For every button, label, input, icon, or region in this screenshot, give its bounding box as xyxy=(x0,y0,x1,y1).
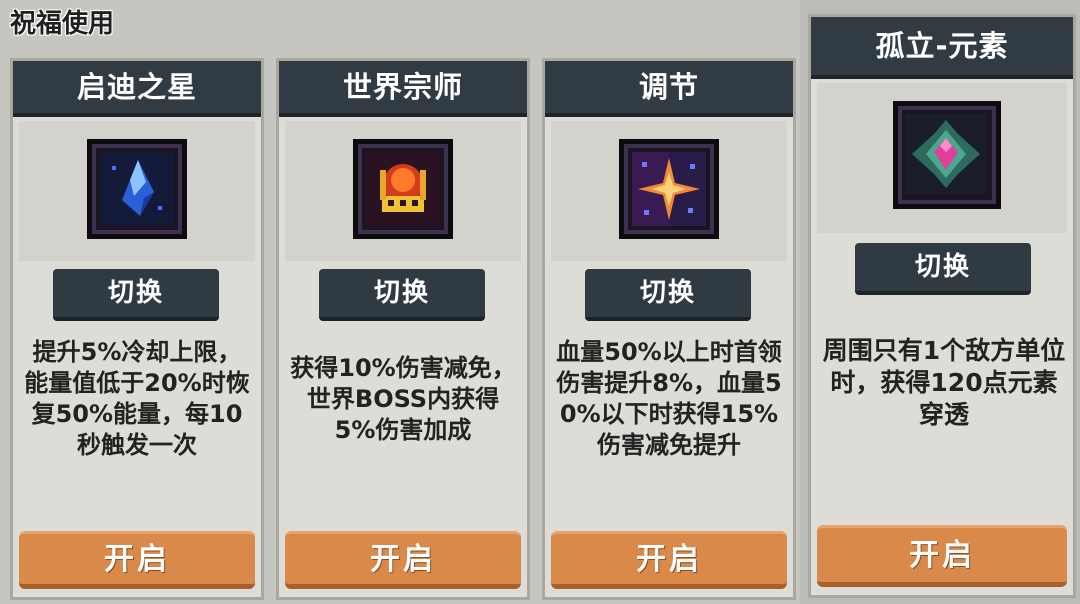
card-title: 世界宗师 xyxy=(279,61,527,117)
open-button[interactable]: 开启 xyxy=(19,531,255,589)
card-title: 调节 xyxy=(545,61,793,117)
blessing-card-3: 调节 切换 血量50%以上时首领伤害提升8%，血量50%以下时获得15%伤害减免… xyxy=(542,58,796,600)
card-description: 提升5%冷却上限，能量值低于20%时恢复50%能量，每10秒触发一次 xyxy=(24,338,250,459)
card-description: 周围只有1个敌方单位时，获得120点元素穿透 xyxy=(822,336,1066,429)
open-button[interactable]: 开启 xyxy=(551,531,787,589)
icon-well xyxy=(285,121,521,261)
blessing-card-2: 世界宗师 切换 获得10%伤害减免，世界BOSS内获得5%伤害加成 开启 xyxy=(276,58,530,600)
panel-title: 祝福使用 xyxy=(10,9,115,39)
switch-button[interactable]: 切换 xyxy=(53,269,219,321)
icon-well xyxy=(19,121,255,261)
blessing-card-1: 启迪之星 切换 提升5%冷却上限，能量值低于20%时恢复50%能量，每10秒触发… xyxy=(10,58,264,600)
card-title: 孤立-元素 xyxy=(811,17,1073,79)
blessing-card-4: 孤立-元素 切换 周围只有1个敌方单位时，获得120点元素穿透 开启 xyxy=(808,14,1076,598)
card-title: 启迪之星 xyxy=(13,61,261,117)
star-burst-icon xyxy=(619,139,719,239)
open-button[interactable]: 开启 xyxy=(285,531,521,589)
card-description: 血量50%以上时首领伤害提升8%，血量50%以下时获得15%伤害减免提升 xyxy=(556,338,782,459)
switch-button[interactable]: 切换 xyxy=(855,243,1031,295)
card-description: 获得10%伤害减免，世界BOSS内获得5%伤害加成 xyxy=(290,354,516,444)
icon-well xyxy=(817,83,1067,233)
switch-button[interactable]: 切换 xyxy=(585,269,751,321)
blue-crystal-icon xyxy=(87,139,187,239)
open-button[interactable]: 开启 xyxy=(817,525,1067,587)
switch-button[interactable]: 切换 xyxy=(319,269,485,321)
icon-well xyxy=(551,121,787,261)
pink-gem-icon xyxy=(893,101,1001,209)
crown-icon xyxy=(353,139,453,239)
